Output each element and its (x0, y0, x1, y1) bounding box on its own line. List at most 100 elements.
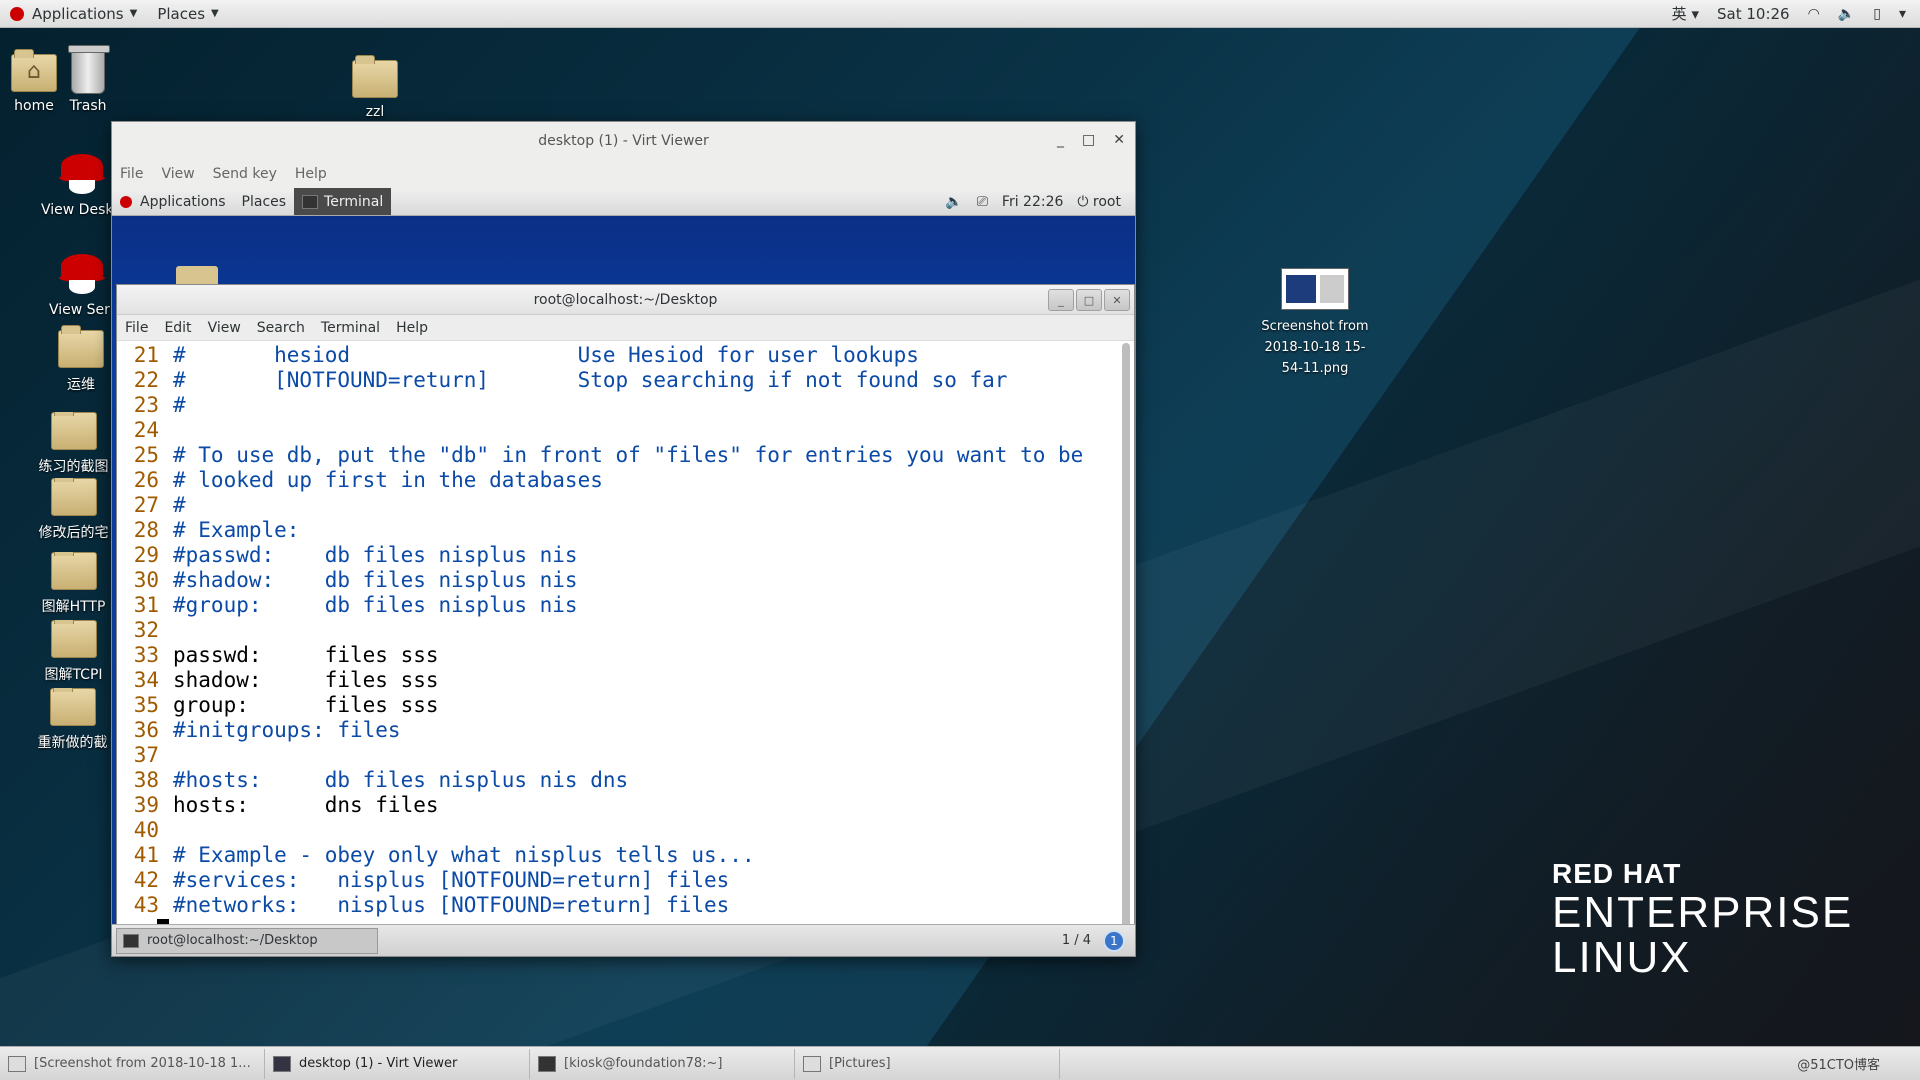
desktop-icon-tcpip[interactable]: 图解TCPI (36, 620, 111, 684)
line-number: 21 (133, 343, 159, 367)
scrollbar-thumb[interactable] (1122, 343, 1130, 943)
menu-help[interactable]: Help (295, 166, 327, 182)
guest-user-menu[interactable]: ⏻ root (1077, 194, 1121, 210)
line-number: 26 (133, 468, 159, 492)
virt-viewer-window[interactable]: desktop (1) - Virt Viewer _ □ ✕ File Vie… (111, 121, 1136, 957)
top-panel: Applications ▼ Places ▼ 英 ▾ Sat 10:26 ◠ … (0, 0, 1920, 28)
taskbar-item-terminal[interactable]: [kiosk@foundation78:~] (530, 1048, 795, 1079)
taskbar-item-pictures[interactable]: [Pictures] (795, 1048, 1060, 1079)
line-number: 37 (133, 743, 159, 767)
trash-icon (68, 45, 110, 94)
guest-places-menu[interactable]: Places (234, 188, 295, 215)
desktop-icon-view-server[interactable]: View Ser (49, 252, 111, 318)
volume-icon[interactable]: 🔈 (1838, 6, 1855, 22)
terminal-icon (123, 933, 139, 948)
notification-badge[interactable]: 1 (1103, 929, 1125, 952)
line-text: #services: nisplus [NOTFOUND=return] fil… (173, 868, 730, 892)
menu-send-key[interactable]: Send key (213, 166, 277, 182)
line-text: # looked up first in the databases (173, 468, 603, 492)
desktop-icon-redo[interactable]: 重新做的截 (34, 688, 111, 752)
line-text: #initgroups: files (173, 718, 401, 742)
line-number: 42 (133, 868, 159, 892)
terminal-icon (302, 194, 319, 209)
chevron-down-icon[interactable]: ▾ (1899, 6, 1906, 22)
guest-terminal-tab[interactable]: Terminal (294, 188, 392, 215)
input-method-indicator[interactable]: 英 ▾ (1672, 3, 1699, 24)
desktop-icon-view-desktop[interactable]: View Desk (41, 152, 111, 218)
terminal-window[interactable]: root@localhost:~/Desktop _ □ ✕ File Edit… (116, 284, 1135, 948)
line-number: 28 (133, 518, 159, 542)
desktop-icon-practice-screenshots[interactable]: 练习的截图 (36, 412, 111, 476)
line-number: 22 (133, 368, 159, 392)
terminal-line: 35 group: files sss (123, 693, 1134, 718)
desktop-icon-modified[interactable]: 修改后的宅 (36, 478, 111, 542)
terminal-line: 27 # (123, 493, 1134, 518)
folder-icon (50, 552, 97, 590)
menu-file[interactable]: File (125, 320, 148, 336)
desktop-icon-trash[interactable]: Trash (43, 45, 133, 114)
line-number: 41 (133, 843, 159, 867)
desktop-icon-screenshot-file[interactable]: Screenshot from 2018-10-18 15- 54-11.png (1255, 268, 1375, 379)
menu-edit[interactable]: Edit (164, 320, 191, 336)
guest-taskbar-item-terminal[interactable]: root@localhost:~/Desktop (116, 927, 378, 954)
applications-menu[interactable]: Applications ▼ (0, 0, 147, 27)
line-number: 40 (133, 818, 159, 842)
menu-help[interactable]: Help (396, 320, 428, 336)
line-number: 29 (133, 543, 159, 567)
menu-search[interactable]: Search (257, 320, 305, 336)
terminal-content[interactable]: 21 # hesiod Use Hesiod for user lookups 22… (117, 341, 1134, 947)
folder-icon (58, 325, 104, 368)
host-taskbar: [Screenshot from 2018-10-18 1... desktop… (0, 1046, 1920, 1080)
line-number: 36 (133, 718, 159, 742)
virt-viewer-titlebar[interactable]: desktop (1) - Virt Viewer _ □ ✕ (112, 122, 1135, 160)
volume-icon[interactable]: 🔈 (945, 194, 962, 210)
maximize-icon[interactable]: □ (1076, 289, 1102, 311)
terminal-scrollbar[interactable] (1122, 343, 1130, 943)
minimize-icon[interactable]: _ (1048, 289, 1074, 311)
battery-icon[interactable]: ▯ (1873, 6, 1881, 22)
line-number: 43 (133, 893, 159, 917)
menu-view[interactable]: View (161, 166, 194, 182)
minimize-icon[interactable]: _ (1057, 132, 1064, 148)
desktop-icon-zzl[interactable]: zzl (330, 55, 420, 120)
watermark: @51CTO博客 (1797, 1058, 1880, 1073)
taskbar-item-virt-viewer[interactable]: desktop (1) - Virt Viewer (265, 1048, 530, 1079)
terminal-titlebar[interactable]: root@localhost:~/Desktop _ □ ✕ (117, 285, 1134, 315)
terminal-line: 40 (123, 818, 1134, 843)
line-text: # (173, 393, 186, 417)
wifi-icon[interactable]: ◠ (1808, 6, 1820, 22)
clock[interactable]: Sat 10:26 (1717, 5, 1790, 23)
guest-display[interactable]: Applications Places Terminal 🔈 ⎚ Fri 22:… (112, 188, 1135, 956)
file-manager-icon (803, 1055, 821, 1072)
terminal-line: 23 # (123, 393, 1134, 418)
redhat-icon (59, 252, 105, 296)
network-icon[interactable]: ⎚ (977, 194, 988, 210)
close-icon[interactable]: ✕ (1104, 289, 1130, 311)
folder-icon (176, 266, 218, 286)
places-menu[interactable]: Places ▼ (147, 0, 228, 27)
desktop-icon-http[interactable]: 图解HTTP (36, 552, 111, 616)
menu-terminal[interactable]: Terminal (321, 320, 380, 336)
line-text: shadow: files sss (173, 668, 439, 692)
close-icon[interactable]: ✕ (1113, 132, 1125, 148)
terminal-line: 41 # Example - obey only what nisplus tel… (123, 843, 1134, 868)
guest-bottom-panel: root@localhost:~/Desktop 1 / 4 1 (112, 924, 1135, 956)
menu-view[interactable]: View (208, 320, 241, 336)
terminal-icon (538, 1055, 556, 1072)
taskbar-item-screenshot[interactable]: [Screenshot from 2018-10-18 1... (0, 1048, 265, 1079)
terminal-menubar: File Edit View Search Terminal Help (117, 315, 1134, 341)
redhat-logo-icon (120, 195, 132, 208)
guest-desktop: root@localhost:~/Desktop _ □ ✕ File Edit… (112, 216, 1135, 956)
menu-file[interactable]: File (120, 166, 143, 182)
line-text: passwd: files sss (173, 643, 439, 667)
guest-applications-menu[interactable]: Applications (112, 188, 234, 215)
line-number: 38 (133, 768, 159, 792)
terminal-line: 29 #passwd: db files nisplus nis (123, 543, 1134, 568)
terminal-line: 21 # hesiod Use Hesiod for user lookups (123, 343, 1134, 368)
workspace-pager[interactable]: 1 / 4 (1062, 933, 1091, 948)
image-viewer-icon (8, 1055, 26, 1072)
maximize-icon[interactable]: □ (1082, 132, 1095, 148)
chevron-down-icon: ▼ (211, 8, 219, 19)
virt-viewer-menubar: File View Send key Help (112, 160, 1135, 188)
guest-clock[interactable]: Fri 22:26 (1002, 194, 1063, 210)
